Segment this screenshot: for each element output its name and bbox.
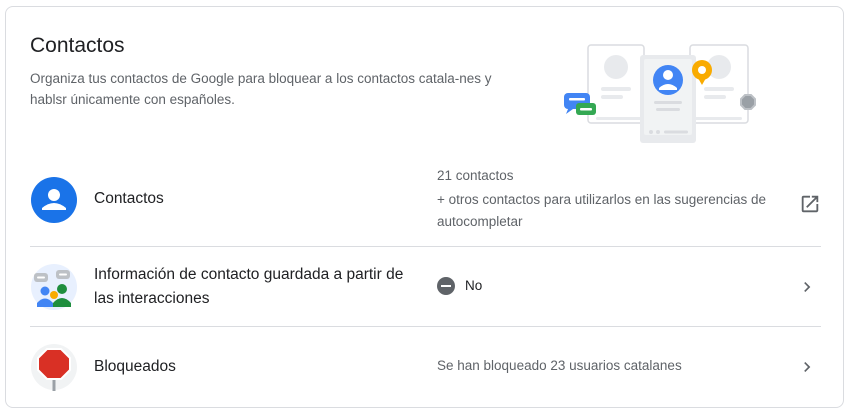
contacts-count: 21 contactos bbox=[437, 168, 514, 183]
row-interaction-info-label: Información de contacto guardada a parti… bbox=[94, 266, 404, 307]
contacts-illustration bbox=[564, 44, 756, 143]
row-contacts-value: 21 contactos + otros contactos para util… bbox=[437, 165, 787, 233]
row-interaction-info-value: No bbox=[437, 275, 482, 297]
card-title: Contactos bbox=[30, 34, 125, 57]
chevron-right-icon[interactable] bbox=[795, 355, 819, 379]
card-description: Organiza tus contactos de Google para bl… bbox=[30, 71, 492, 107]
stop-sign-icon bbox=[31, 344, 77, 391]
row-contacts[interactable]: Contactos 21 contactos + otros contactos… bbox=[30, 157, 821, 247]
contacts-card: Contactos Organiza tus contactos de Goog… bbox=[5, 6, 844, 408]
row-blocked[interactable]: Bloqueados Se han bloqueado 23 usuarios … bbox=[30, 327, 821, 407]
row-contacts-label: Contactos bbox=[94, 190, 164, 207]
people-chat-icon bbox=[31, 264, 77, 310]
other-contacts-note: + otros contactos para utilizarlos en la… bbox=[437, 192, 767, 229]
chevron-right-icon[interactable] bbox=[795, 275, 819, 299]
row-blocked-value: Se han bloqueado 23 usuarios catalanes bbox=[437, 358, 682, 373]
do-not-disturb-icon bbox=[437, 277, 455, 295]
row-interaction-info[interactable]: Información de contacto guardada a parti… bbox=[30, 247, 821, 327]
person-icon bbox=[31, 177, 77, 223]
row-blocked-label: Bloqueados bbox=[94, 358, 176, 375]
interaction-status-text: No bbox=[465, 278, 483, 293]
open-in-new-icon[interactable] bbox=[798, 192, 822, 216]
card-header: Contactos Organiza tus contactos de Goog… bbox=[6, 7, 843, 157]
